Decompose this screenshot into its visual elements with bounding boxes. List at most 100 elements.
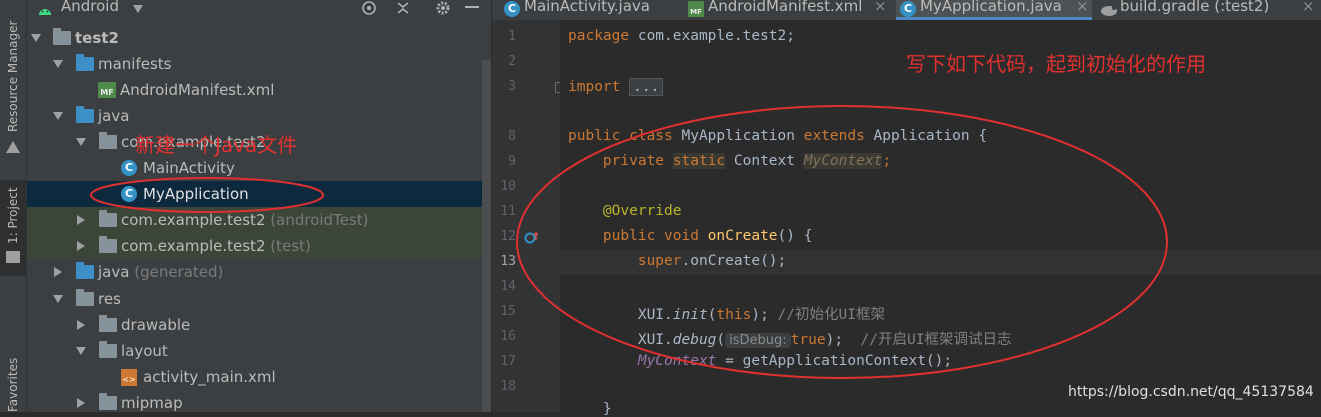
package-icon [99,236,117,253]
parameter-hint: isDebug: [725,333,791,348]
gradle-icon [1100,2,1118,16]
expand-arrow-icon[interactable] [53,112,63,120]
code-line-17: MyContext = getApplicationContext(); [637,353,953,369]
tree-label: test2 [75,29,119,47]
line-number: 12 [500,229,516,244]
tree-row-layout[interactable]: layout [27,338,491,364]
expand-arrow-icon[interactable] [77,215,85,225]
override-method-icon[interactable] [524,230,539,244]
tree-label: activity_main.xml [143,368,276,386]
gear-icon[interactable] [435,0,451,16]
project-tool-button[interactable]: 1: Project [6,187,20,244]
module-folder-icon [53,28,71,45]
code-editor[interactable]: package com.example.test2; import ... pu… [560,20,1321,417]
manifest-file-icon: MF [98,82,116,98]
layout-xml-icon: <> [121,369,137,386]
tree-label: MyApplication [143,185,249,203]
tree-row-main-activity[interactable]: C MainActivity [27,155,491,181]
tree-label: java (generated) [98,263,224,281]
code-line-15: XUI.init(this); //初始化UI框架 [637,307,885,323]
tree-label: com.example.test2 (test) [121,237,311,255]
expand-arrow-icon[interactable] [76,347,86,355]
folder-icon [99,341,117,358]
tree-row-android-manifest[interactable]: MF AndroidManifest.xml [27,77,491,103]
code-line-11: @Override [602,203,682,219]
locate-icon[interactable] [361,0,377,16]
tree-label: layout [121,342,168,360]
tree-row-module-test2[interactable]: test2 [27,25,491,51]
code-line-12: public void onCreate() { [602,228,813,244]
expand-arrow-icon[interactable] [77,241,85,251]
project-panel: Android test2 manifests MF AndroidManife… [27,0,491,412]
tree-row-manifests[interactable]: manifests [27,51,491,77]
favorites-tool-button[interactable]: Favorites [6,358,20,412]
collapse-all-icon[interactable] [395,0,411,16]
close-icon[interactable]: × [874,0,887,15]
line-number: 17 [500,354,516,369]
line-number: 18 [500,379,516,394]
annotation-new-java-file: 新建一个Java文件 [135,133,298,157]
chevron-down-icon[interactable] [133,5,143,13]
folded-imports[interactable]: ... [629,78,664,96]
generated-folder-icon [76,262,94,279]
class-icon: C [121,160,137,176]
close-icon[interactable]: × [1076,0,1089,15]
expand-arrow-icon[interactable] [77,320,85,330]
tool-window-strip: Resource Manager 1: Project Favorites [0,0,27,412]
class-icon: C [900,1,916,17]
tree-label: AndroidManifest.xml [120,81,275,99]
tree-label: manifests [98,55,172,73]
project-panel-header: Android [27,0,491,18]
code-line-16: XUI.debug(isDebug: true); //开启UI框架调试日志 [637,332,1012,348]
tree-row-package-android-test[interactable]: com.example.test2 (androidTest) [27,207,491,233]
tab-my-application[interactable]: C MyApplication.java × [896,0,1092,20]
editor-gutter: 1 2 3 8 9 10 11 12 13 14 15 16 17 18 [492,20,566,412]
expand-arrow-icon[interactable] [53,295,63,303]
package-icon [99,132,117,149]
line-number: 10 [500,179,516,194]
line-number: 16 [500,329,516,344]
tree-row-activity-main-xml[interactable]: <> activity_main.xml [27,364,491,390]
code-line-1: package com.example.test2; [568,28,795,44]
tree-row-my-application[interactable]: C MyApplication [27,181,491,207]
tab-label: build.gradle (:test2) [1120,0,1270,15]
minimize-icon[interactable] [465,6,479,8]
tree-row-java-generated[interactable]: java (generated) [27,259,491,285]
tree-label: res [98,290,121,308]
class-icon: C [504,1,520,17]
expand-arrow-icon[interactable] [76,138,86,146]
code-line-3: import ... [568,78,664,96]
tree-row-res[interactable]: res [27,286,491,312]
expand-arrow-icon[interactable] [54,267,62,277]
folder-icon [76,106,94,123]
tree-label: com.example.test2 (androidTest) [121,211,369,229]
tab-build-gradle[interactable]: build.gradle (:test2) [1096,0,1278,20]
expand-arrow-icon[interactable] [53,60,63,68]
tree-row-java[interactable]: java [27,103,491,129]
line-number: 2 [508,54,516,69]
project-scrollbar[interactable] [482,60,491,412]
code-line-8: public class MyApplication extends Appli… [568,128,988,144]
project-view-selector[interactable]: Android [61,0,119,15]
line-number: 9 [508,154,516,169]
tree-row-mipmap[interactable]: mipmap [27,390,491,412]
tree-label: MainActivity [143,159,235,177]
tree-label: drawable [121,316,191,334]
resource-manager-tool-button[interactable]: Resource Manager [6,21,20,132]
close-icon[interactable]: × [1302,0,1315,15]
line-number: 15 [500,304,516,319]
expand-arrow-icon[interactable] [77,398,85,408]
code-line-9: private static Context MyContext; [602,153,892,169]
tree-row-package-test[interactable]: com.example.test2 (test) [27,233,491,259]
package-icon [99,210,117,227]
line-number: 3 [508,79,516,94]
annotation-init-code: 写下如下代码，起到初始化的作用 [906,52,1206,76]
line-number: 13 [500,254,516,269]
tab-android-manifest[interactable]: MF AndroidManifest.xml × [684,0,890,20]
class-icon: C [121,186,137,202]
expand-arrow-icon[interactable] [31,34,41,42]
folder-icon [99,315,117,332]
tree-row-drawable[interactable]: drawable [27,312,491,338]
code-line-13: super.onCreate(); [637,253,787,269]
tab-main-activity[interactable]: C MainActivity.java [500,0,682,20]
